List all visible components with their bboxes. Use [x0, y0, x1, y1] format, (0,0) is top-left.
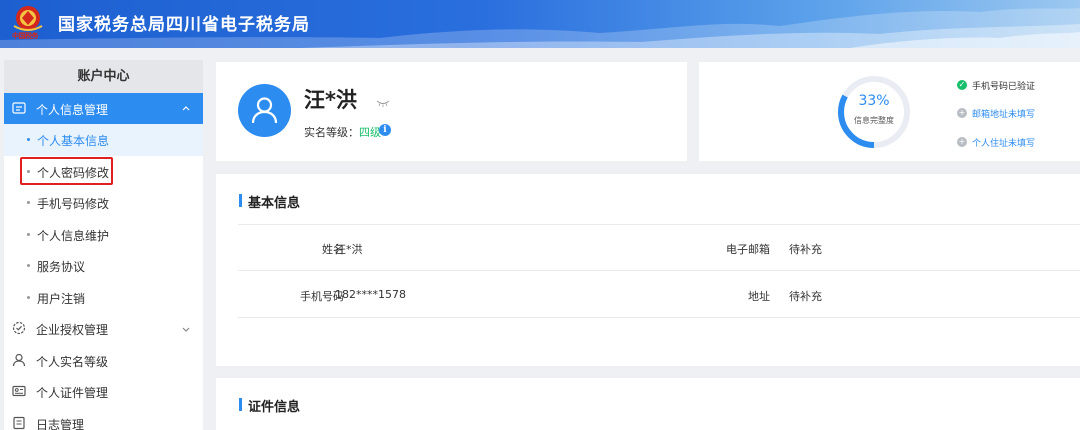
plus-circle-icon: + — [957, 137, 967, 147]
completeness-label: 信息完整度 — [854, 116, 894, 125]
profile-card-icon — [12, 101, 26, 115]
logo-text: 中国税务 — [12, 31, 39, 40]
bullet-dot-icon — [27, 232, 30, 236]
check-circle-icon: ✓ — [957, 80, 967, 90]
chevron-down-icon — [181, 324, 191, 334]
sidebar-item-label: 个人密码修改 — [37, 165, 110, 180]
sidebar-item-label: 个人实名等级 — [36, 354, 109, 369]
bullet-dot-icon — [27, 264, 30, 267]
address-value: 待补充 — [789, 290, 822, 303]
completeness-card: 33% 信息完整度 ✓ 手机号码已验证 + 邮箱地址未填写 + 个人住址未填写 — [699, 62, 1080, 161]
site-title: 国家税务总局四川省电子税务局 — [58, 15, 310, 35]
email-value: 待补充 — [789, 243, 822, 256]
phone-value: 182****1578 — [335, 288, 406, 301]
realname-level-value: 四级 — [359, 126, 381, 139]
user-avatar-icon — [251, 97, 278, 124]
profile-card: 汪*洪 实名等级：四级 i — [216, 62, 687, 161]
section-title: 基本信息 — [239, 192, 300, 211]
sidebar-item-label: 个人信息维护 — [37, 228, 110, 243]
check-text: 个人住址未填写 — [972, 139, 1036, 149]
sidebar-item-password-change[interactable]: 个人密码修改 — [4, 156, 203, 188]
sidebar-item-enterprise-auth[interactable]: 企业授权管理 — [4, 313, 203, 345]
gear-check-icon — [12, 321, 26, 335]
sidebar-item-label: 用户注销 — [37, 291, 86, 306]
sidebar-title: 账户中心 — [4, 60, 203, 93]
sidebar-item-label: 日志管理 — [36, 417, 85, 430]
section-title: 证件信息 — [239, 396, 300, 415]
sidebar-item-label: 个人基本信息 — [37, 134, 110, 148]
sidebar-item-account-cancel[interactable]: 用户注销 — [4, 282, 203, 314]
realname-level-label: 实名等级： — [304, 126, 359, 139]
user-name: 汪*洪 — [304, 88, 357, 112]
sidebar-item-info-maintenance[interactable]: 个人信息维护 — [4, 219, 203, 251]
bullet-dot-icon — [27, 138, 30, 141]
sidebar-item-basic-info[interactable]: 个人基本信息 — [4, 124, 203, 156]
check-text: 手机号码已验证 — [972, 82, 1036, 92]
divider — [238, 270, 1080, 271]
address-label: 地址 — [748, 290, 770, 303]
phone-label: 手机号码 — [300, 290, 344, 303]
sidebar-item-phone-change[interactable]: 手机号码修改 — [4, 187, 203, 219]
top-header: 中国税务 国家税务总局四川省电子税务局 — [0, 0, 1080, 48]
sidebar-group-personal-info[interactable]: 个人信息管理 — [4, 93, 203, 124]
email-label: 电子邮箱 — [726, 243, 770, 256]
avatar — [238, 84, 291, 137]
sidebar-item-label: 企业授权管理 — [36, 323, 109, 337]
check-text: 邮箱地址未填写 — [972, 110, 1036, 120]
completeness-percent: 33% — [858, 93, 890, 109]
bullet-dot-icon — [27, 169, 30, 173]
sidebar-item-label: 服务协议 — [37, 260, 86, 274]
sidebar-item-id-documents[interactable]: 个人证件管理 — [4, 376, 203, 408]
realname-level: 实名等级：四级 — [304, 124, 381, 140]
log-icon — [12, 416, 26, 430]
info-icon[interactable]: i — [379, 124, 391, 136]
sidebar-item-log-management[interactable]: 日志管理 — [4, 408, 203, 430]
sidebar-group-label: 个人信息管理 — [36, 103, 109, 117]
bullet-dot-icon — [27, 295, 30, 299]
id-card-icon — [12, 384, 26, 398]
plus-circle-icon: + — [957, 108, 967, 118]
name-label: 姓名 — [322, 243, 344, 256]
name-value: 汪*洪 — [335, 243, 363, 256]
basic-info-card: 基本信息 姓名 汪*洪 电子邮箱 待补充 手机号码 182****1578 地址… — [216, 174, 1080, 366]
cert-info-card: 证件信息 — [216, 378, 1080, 430]
divider — [238, 224, 1080, 225]
sidebar: 账户中心 个人信息管理 个人基本信息 个人密码修改 手机号码修改 个人信息维护 … — [4, 60, 203, 430]
chevron-up-icon — [181, 102, 191, 112]
sidebar-item-realname-level[interactable]: 个人实名等级 — [4, 345, 203, 377]
eye-closed-icon[interactable] — [376, 92, 390, 107]
sidebar-item-label: 手机号码修改 — [37, 197, 110, 211]
divider — [238, 317, 1080, 318]
completeness-ring — [838, 76, 910, 148]
sidebar-item-service-agreement[interactable]: 服务协议 — [4, 250, 203, 282]
bullet-dot-icon — [27, 201, 30, 204]
sidebar-item-label: 个人证件管理 — [36, 386, 109, 400]
user-icon — [12, 353, 26, 367]
